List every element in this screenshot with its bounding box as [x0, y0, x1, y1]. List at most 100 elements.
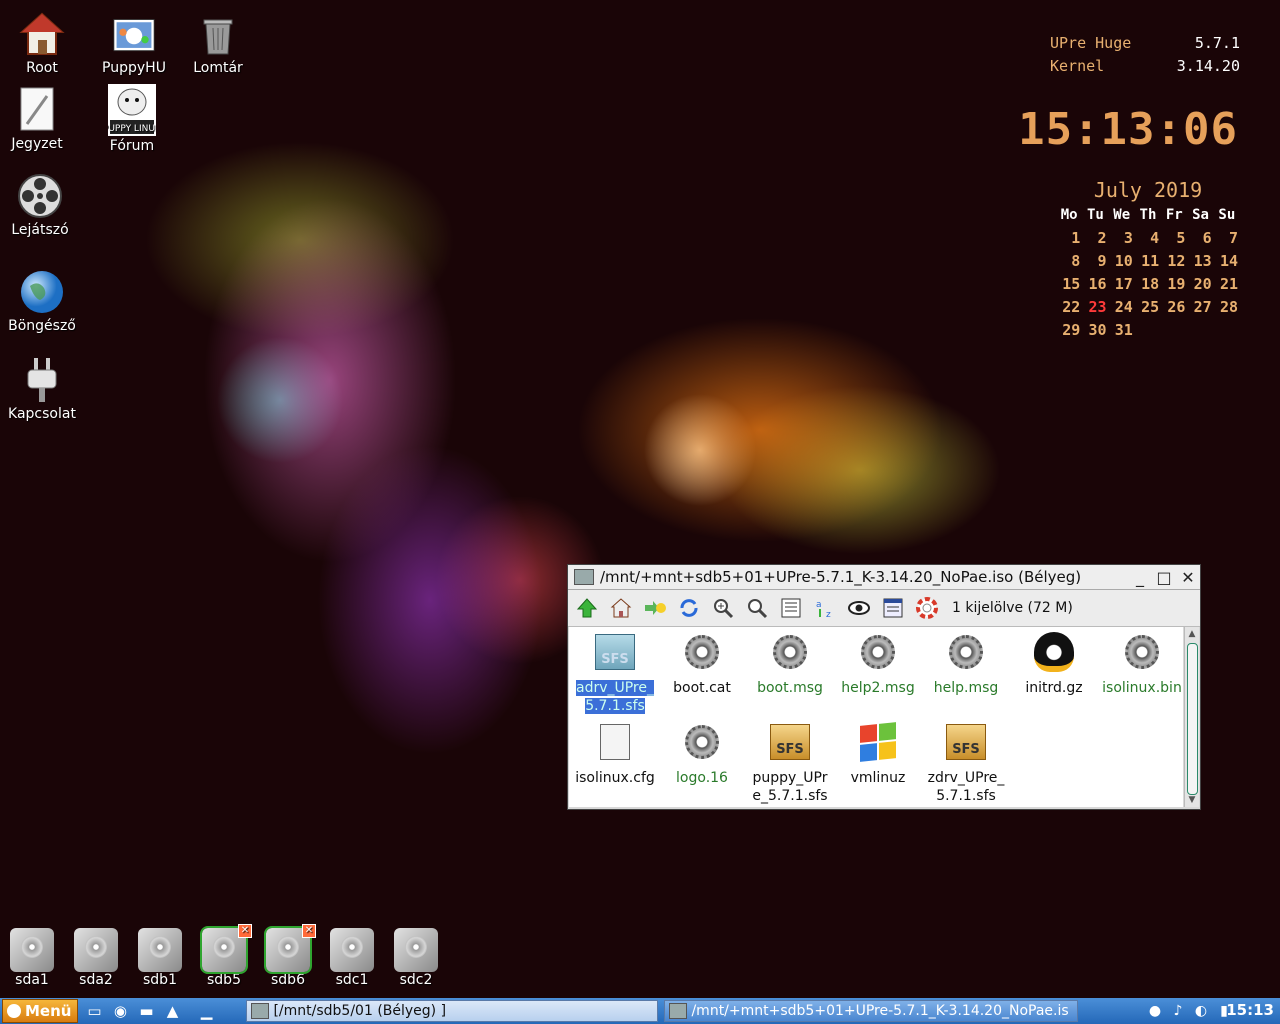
drive-icon-sdb6[interactable]: ✕ sdb6 — [258, 924, 318, 988]
drive-icon-sdc2[interactable]: sdc2 — [386, 928, 446, 988]
zoom-fit-icon[interactable] — [744, 595, 770, 621]
desktop-icon-puppyhu[interactable]: PuppyHU — [89, 14, 179, 76]
svg-text:z: z — [826, 610, 831, 619]
drive-icon-sda2[interactable]: sda2 — [66, 928, 126, 988]
window-titlebar[interactable]: /mnt/+mnt+sdb5+01+UPre-5.7.1_K-3.14.20_N… — [568, 565, 1200, 590]
sfs-blue-icon: SFS — [595, 631, 635, 673]
calendar-day: 19 — [1167, 274, 1186, 293]
sort-icon[interactable]: az — [812, 595, 838, 621]
globe-icon[interactable]: ◉ — [110, 1001, 130, 1021]
calendar-weekday: Fr — [1165, 207, 1183, 223]
zoom-in-icon[interactable] — [710, 595, 736, 621]
drive-icon-sdb5[interactable]: ✕ sdb5 — [194, 924, 254, 988]
file-item[interactable]: initrd.gz — [1010, 631, 1098, 697]
drive-icon-sda1[interactable]: sda1 — [2, 928, 62, 988]
file-name: initrd.gz — [1025, 680, 1083, 696]
calendar-day: 7 — [1228, 228, 1238, 247]
connection-icon[interactable]: ◐ — [1191, 1001, 1211, 1021]
window-app-icon — [669, 1003, 688, 1019]
file-item[interactable]: boot.msg — [746, 631, 834, 697]
file-manager-window[interactable]: /mnt/+mnt+sdb5+01+UPre-5.7.1_K-3.14.20_N… — [567, 564, 1201, 810]
vertical-scrollbar[interactable]: ▲ ▼ — [1184, 627, 1199, 807]
up-arrow-icon[interactable] — [574, 595, 600, 621]
calendar-weekday: Mo — [1060, 207, 1078, 223]
calendar-day: 6 — [1202, 228, 1212, 247]
home-icon[interactable] — [608, 595, 634, 621]
calendar-day — [1187, 318, 1213, 341]
file-item[interactable]: SFS adrv_UPre_ 5.7.1.sfs — [571, 631, 659, 715]
list-icon[interactable] — [880, 595, 906, 621]
start-menu-label: Menü — [25, 1002, 72, 1020]
penguin-icon — [1034, 631, 1074, 673]
close-button[interactable]: ✕ — [1176, 568, 1200, 587]
taskbar-task[interactable]: [/mnt/sdb5/01 (Bélyeg) ] — [246, 1000, 659, 1022]
calendar-weekday: Th — [1139, 207, 1157, 223]
calendar-day: 17 — [1114, 274, 1133, 293]
file-item[interactable]: vmlinuz — [834, 721, 922, 787]
scroll-down-arrow[interactable]: ▼ — [1185, 793, 1199, 807]
drive-icon-sdc1[interactable]: sdc1 — [322, 928, 382, 988]
terminal-icon[interactable]: ▭ — [84, 1001, 104, 1021]
start-menu-button[interactable]: Menü — [2, 999, 79, 1023]
file-item[interactable]: isolinux.cfg — [571, 721, 659, 787]
calendar-day: 27 — [1193, 297, 1212, 316]
eye-icon[interactable] — [846, 595, 872, 621]
file-item[interactable]: SFS zdrv_UPre_ 5.7.1.sfs — [922, 721, 1010, 805]
unmount-badge-icon[interactable]: ✕ — [238, 924, 252, 938]
system-info-value: 3.14.20 — [1176, 57, 1240, 75]
calendar-day: 10 — [1114, 251, 1133, 270]
desktop-icon-kapcsolat[interactable]: Kapcsolat — [0, 356, 87, 422]
desktop-icon-root[interactable]: Root — [0, 10, 87, 76]
file-name: isolinux.cfg — [575, 770, 655, 786]
details-icon[interactable] — [778, 595, 804, 621]
desktop-icon-forum[interactable]: PUPPY LINUX Fórum — [87, 84, 177, 154]
calendar-day: 1 — [1071, 228, 1081, 247]
volume-icon[interactable]: ♪ — [1168, 1001, 1188, 1021]
penguin-icon[interactable]: ▲ — [162, 1001, 182, 1021]
file-name: zdrv_UPre_ 5.7.1.sfs — [927, 770, 1005, 804]
minimize-button[interactable]: _ — [1128, 568, 1152, 587]
calendar-week: 22 23 24 25 26 27 28 — [1056, 295, 1240, 318]
calendar-day: 25 — [1141, 297, 1160, 316]
show-desktop-icon[interactable]: ▁ — [196, 1001, 216, 1021]
drive-label: sdc2 — [399, 972, 433, 988]
drive-label: sdc1 — [335, 972, 369, 988]
file-item[interactable]: logo.16 — [658, 721, 746, 787]
desktop-icon-bongeszo[interactable]: Böngésző — [0, 268, 87, 334]
gear-icon — [682, 721, 722, 763]
file-name: vmlinuz — [850, 770, 906, 786]
refresh-icon[interactable] — [676, 595, 702, 621]
drive-icon-sdb1[interactable]: sdb1 — [130, 928, 190, 988]
gear-icon — [858, 631, 898, 673]
desktop-icon-label: PuppyHU — [102, 60, 166, 76]
file-toolbar: az 1 kijelölve (72 M) — [568, 590, 1200, 627]
folder-icon[interactable]: ▬ — [136, 1001, 156, 1021]
file-item[interactable]: isolinux.bin — [1098, 631, 1186, 697]
gear-icon — [1122, 631, 1162, 673]
calendar-day: 11 — [1141, 251, 1160, 270]
file-name: help.msg — [933, 680, 999, 696]
network-icon[interactable]: ● — [1145, 1001, 1165, 1021]
file-name: boot.cat — [673, 680, 731, 696]
file-item[interactable]: SFS puppy_UPr e_5.7.1.sfs — [746, 721, 834, 805]
hard-disk-icon — [10, 928, 54, 972]
calendar-day: 21 — [1219, 274, 1238, 293]
help-icon[interactable] — [914, 595, 940, 621]
file-item[interactable]: boot.cat — [658, 631, 746, 697]
desktop-icon-lejatszo[interactable]: Lejátszó — [0, 172, 85, 238]
scroll-up-arrow[interactable]: ▲ — [1185, 627, 1199, 641]
bookmark-icon[interactable] — [642, 595, 668, 621]
scrollbar-thumb[interactable] — [1187, 643, 1198, 795]
unmount-badge-icon[interactable]: ✕ — [302, 924, 316, 938]
desktop-icon-lomtar[interactable]: Lomtár — [173, 10, 263, 76]
drive-label: sda2 — [79, 972, 113, 988]
file-item[interactable]: help.msg — [922, 631, 1010, 697]
maximize-button[interactable]: □ — [1152, 568, 1176, 587]
desktop-icon-label: Böngésző — [8, 318, 76, 334]
file-item[interactable]: help2.msg — [834, 631, 922, 697]
desktop-icon-jegyzet[interactable]: Jegyzet — [0, 86, 82, 152]
gear-icon — [946, 631, 986, 673]
file-name: isolinux.bin — [1102, 680, 1182, 696]
taskbar-task-active[interactable]: /mnt/+mnt+sdb5+01+UPre-5.7.1_K-3.14.20_N… — [664, 1000, 1079, 1022]
home-icon — [19, 12, 65, 55]
